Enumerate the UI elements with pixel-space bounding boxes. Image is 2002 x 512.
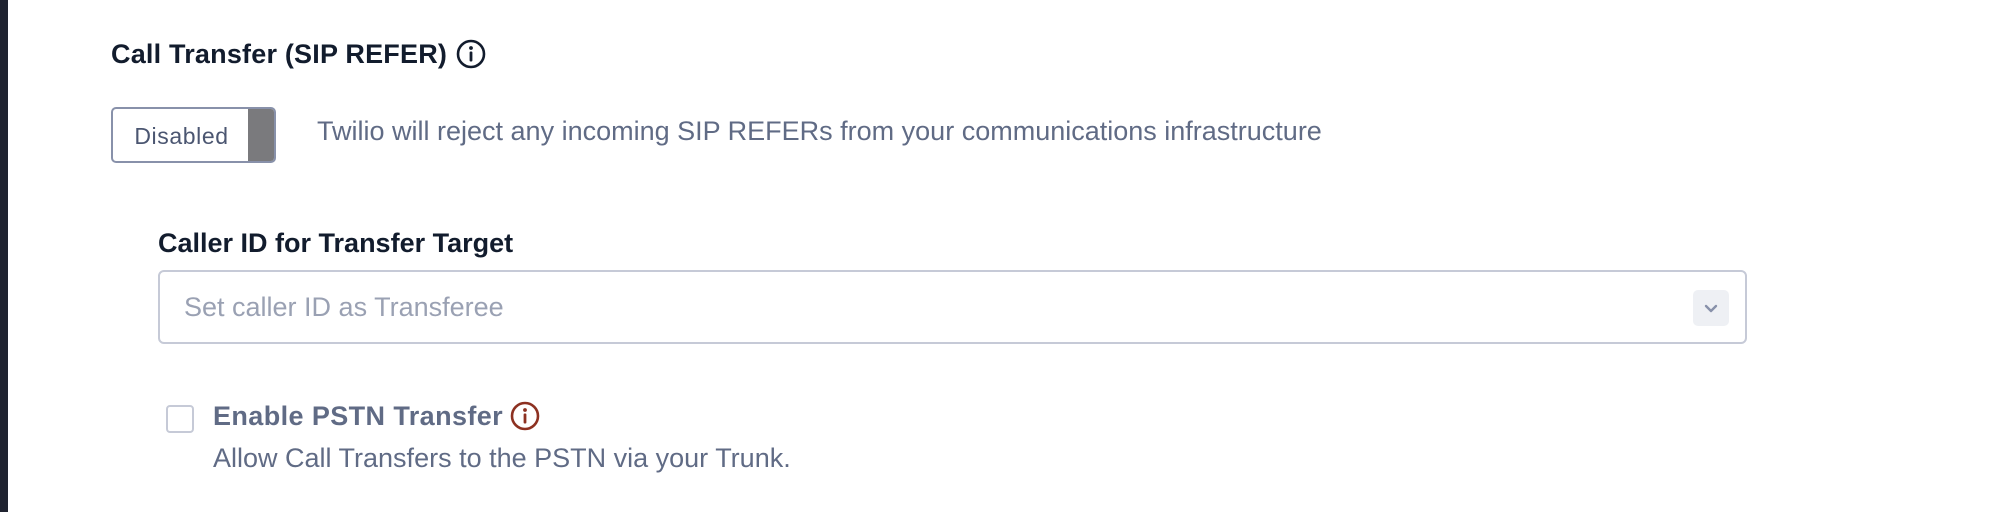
call-transfer-section: Call Transfer (SIP REFER) Disabled Twili… — [111, 0, 1991, 512]
section-title: Call Transfer (SIP REFER) — [111, 38, 487, 70]
caller-id-selected-value: Set caller ID as Transferee — [184, 292, 504, 322]
pstn-transfer-checkbox[interactable] — [166, 405, 194, 433]
left-edge-bar — [0, 0, 8, 512]
chevron-down-icon[interactable] — [1693, 290, 1729, 326]
info-icon[interactable] — [455, 38, 487, 70]
pstn-transfer-help-text: Allow Call Transfers to the PSTN via you… — [213, 443, 791, 473]
toggle-knob — [248, 109, 274, 161]
call-transfer-toggle[interactable]: Disabled — [111, 107, 276, 163]
pstn-transfer-label-group[interactable]: Enable PSTN Transfer — [213, 400, 541, 432]
caller-id-label: Caller ID for Transfer Target — [158, 228, 514, 258]
info-icon[interactable] — [509, 400, 541, 432]
section-title-text: Call Transfer (SIP REFER) — [111, 38, 448, 69]
pstn-transfer-label[interactable]: Enable PSTN Transfer — [213, 401, 503, 432]
toggle-label: Disabled — [134, 123, 229, 149]
toggle-description: Twilio will reject any incoming SIP REFE… — [317, 116, 1322, 146]
caller-id-select[interactable]: Set caller ID as Transferee — [158, 270, 1747, 344]
